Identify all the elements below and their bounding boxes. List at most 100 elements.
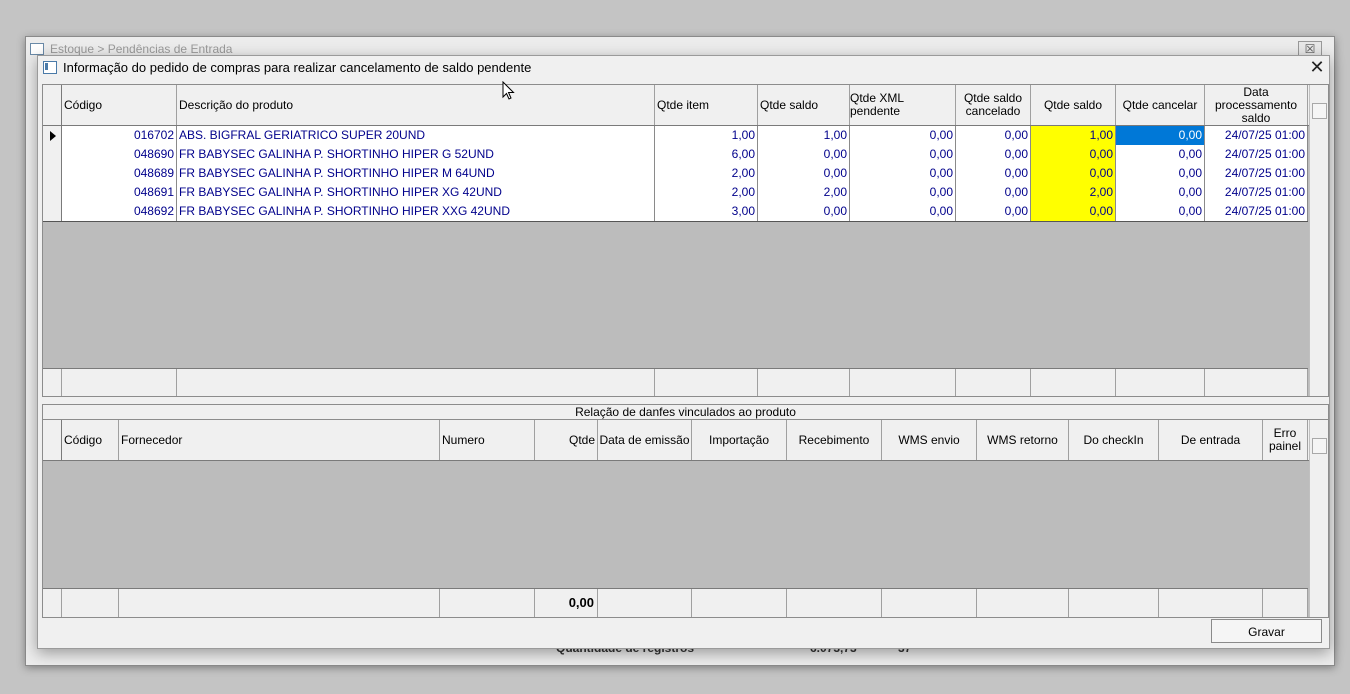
cell-saldo-cancelado[interactable]: 0,00 [956, 164, 1031, 183]
cell-qtde-item[interactable]: 2,00 [655, 164, 758, 183]
cell-qtde-xml[interactable]: 0,00 [850, 164, 956, 183]
table-row[interactable]: 048689 FR BABYSEC GALINHA P. SHORTINHO H… [43, 164, 1308, 184]
footer-cell [850, 369, 956, 396]
header-erro-painel[interactable]: Erro painel [1263, 420, 1308, 460]
products-grid: Código Descrição do produto Qtde item Qt… [42, 84, 1329, 397]
cell-qtde-item[interactable]: 6,00 [655, 145, 758, 164]
cell-qtde-saldo[interactable]: 0,00 [758, 145, 850, 164]
cell-codigo[interactable]: 048691 [62, 183, 177, 202]
header-qtde-xml-pendente[interactable]: Qtde XML pendente [850, 85, 956, 125]
cell-qtde-cancelar[interactable]: 0,00 [1116, 126, 1205, 145]
cell-qtde-saldo-2[interactable]: 1,00 [1031, 126, 1116, 145]
header-wms-envio[interactable]: WMS envio [882, 420, 977, 460]
header-qtde-saldo[interactable]: Qtde saldo [758, 85, 850, 125]
cell-qtde-xml[interactable]: 0,00 [850, 183, 956, 202]
cell-qtde-item[interactable]: 1,00 [655, 126, 758, 145]
table-row[interactable]: 048692 FR BABYSEC GALINHA P. SHORTINHO H… [43, 202, 1308, 222]
cell-descricao[interactable]: FR BABYSEC GALINHA P. SHORTINHO HIPER M … [177, 164, 655, 183]
cell-codigo[interactable]: 048692 [62, 202, 177, 221]
cell-saldo-cancelado[interactable]: 0,00 [956, 126, 1031, 145]
footer-cell [43, 369, 62, 396]
cell-qtde-xml[interactable]: 0,00 [850, 202, 956, 221]
products-grid-header: Código Descrição do produto Qtde item Qt… [43, 85, 1328, 126]
cell-codigo[interactable]: 016702 [62, 126, 177, 145]
products-grid-footer [43, 368, 1308, 396]
header-data-processamento[interactable]: Data processamento saldo [1205, 85, 1308, 125]
cell-qtde-xml[interactable]: 0,00 [850, 145, 956, 164]
cell-data[interactable]: 24/07/25 01:00 [1205, 145, 1308, 164]
cell-descricao[interactable]: FR BABYSEC GALINHA P. SHORTINHO HIPER G … [177, 145, 655, 164]
footer-cell [1116, 369, 1205, 396]
header-de-entrada[interactable]: De entrada [1159, 420, 1263, 460]
footer-cell [1069, 589, 1159, 617]
cell-qtde-saldo-2[interactable]: 0,00 [1031, 202, 1116, 221]
table-row[interactable]: 016702 ABS. BIGFRAL GERIATRICO SUPER 20U… [43, 126, 1308, 146]
header-importacao[interactable]: Importação [692, 420, 787, 460]
cell-data[interactable]: 24/07/25 01:00 [1205, 164, 1308, 183]
header-data-emissao[interactable]: Data de emissão [598, 420, 692, 460]
header-do-checkin[interactable]: Do checkIn [1069, 420, 1159, 460]
footer-cell [787, 589, 882, 617]
cell-codigo[interactable]: 048690 [62, 145, 177, 164]
cell-qtde-item[interactable]: 3,00 [655, 202, 758, 221]
cell-saldo-cancelado[interactable]: 0,00 [956, 145, 1031, 164]
scrollbar-box[interactable] [1312, 438, 1327, 454]
danfes-grid-scrollbar[interactable] [1309, 420, 1328, 617]
cell-data[interactable]: 24/07/25 01:00 [1205, 202, 1308, 221]
danfes-grid: Código Fornecedor Numero Qtde Data de em… [42, 419, 1329, 618]
header-qtde-item[interactable]: Qtde item [655, 85, 758, 125]
cell-qtde-cancelar[interactable]: 0,00 [1116, 183, 1205, 202]
products-grid-scrollbar[interactable] [1309, 85, 1328, 396]
footer-cell [62, 369, 177, 396]
cell-qtde-saldo[interactable]: 0,00 [758, 202, 850, 221]
header-qtde-saldo-2[interactable]: Qtde saldo [1031, 85, 1116, 125]
cell-qtde-cancelar[interactable]: 0,00 [1116, 164, 1205, 183]
cell-qtde-cancelar[interactable]: 0,00 [1116, 202, 1205, 221]
header-fornecedor[interactable]: Fornecedor [119, 420, 440, 460]
cell-qtde-saldo[interactable]: 0,00 [758, 164, 850, 183]
cell-saldo-cancelado[interactable]: 0,00 [956, 183, 1031, 202]
footer-cell [1205, 369, 1308, 396]
background-window-title: Estoque > Pendências de Entrada [50, 42, 233, 56]
cell-qtde-saldo[interactable]: 1,00 [758, 126, 850, 145]
footer-cell [177, 369, 655, 396]
footer-cell [758, 369, 850, 396]
row-indicator [43, 183, 62, 202]
cell-codigo[interactable]: 048689 [62, 164, 177, 183]
close-icon[interactable]: ✕ [1307, 57, 1327, 77]
row-indicator-header [43, 420, 62, 460]
header-codigo[interactable]: Código [62, 420, 119, 460]
header-qtde[interactable]: Qtde [535, 420, 598, 460]
footer-cell [1159, 589, 1263, 617]
footer-cell [598, 589, 692, 617]
scrollbar-box[interactable] [1312, 103, 1327, 119]
background-window-icon [30, 43, 44, 55]
cell-qtde-cancelar[interactable]: 0,00 [1116, 145, 1205, 164]
header-qtde-cancelar[interactable]: Qtde cancelar [1116, 85, 1205, 125]
cell-qtde-saldo-2[interactable]: 2,00 [1031, 183, 1116, 202]
danfes-grid-footer: 0,00 [43, 588, 1308, 617]
table-row[interactable]: 048691 FR BABYSEC GALINHA P. SHORTINHO H… [43, 183, 1308, 203]
cell-qtde-xml[interactable]: 0,00 [850, 126, 956, 145]
footer-cell [440, 589, 535, 617]
header-descricao[interactable]: Descrição do produto [177, 85, 655, 125]
cell-saldo-cancelado[interactable]: 0,00 [956, 202, 1031, 221]
footer-cell [62, 589, 119, 617]
cell-qtde-saldo-2[interactable]: 0,00 [1031, 145, 1116, 164]
cell-qtde-saldo-2[interactable]: 0,00 [1031, 164, 1116, 183]
table-row[interactable]: 048690 FR BABYSEC GALINHA P. SHORTINHO H… [43, 145, 1308, 165]
cell-qtde-saldo[interactable]: 2,00 [758, 183, 850, 202]
cell-descricao[interactable]: FR BABYSEC GALINHA P. SHORTINHO HIPER XX… [177, 202, 655, 221]
save-button[interactable]: Gravar [1211, 619, 1322, 643]
header-wms-retorno[interactable]: WMS retorno [977, 420, 1069, 460]
cell-data[interactable]: 24/07/25 01:00 [1205, 126, 1308, 145]
footer-cell [956, 369, 1031, 396]
cell-data[interactable]: 24/07/25 01:00 [1205, 183, 1308, 202]
header-numero[interactable]: Numero [440, 420, 535, 460]
header-recebimento[interactable]: Recebimento [787, 420, 882, 460]
header-codigo[interactable]: Código [62, 85, 177, 125]
header-qtde-saldo-cancelado[interactable]: Qtde saldo cancelado [956, 85, 1031, 125]
cell-descricao[interactable]: ABS. BIGFRAL GERIATRICO SUPER 20UND [177, 126, 655, 145]
cell-descricao[interactable]: FR BABYSEC GALINHA P. SHORTINHO HIPER XG… [177, 183, 655, 202]
cell-qtde-item[interactable]: 2,00 [655, 183, 758, 202]
